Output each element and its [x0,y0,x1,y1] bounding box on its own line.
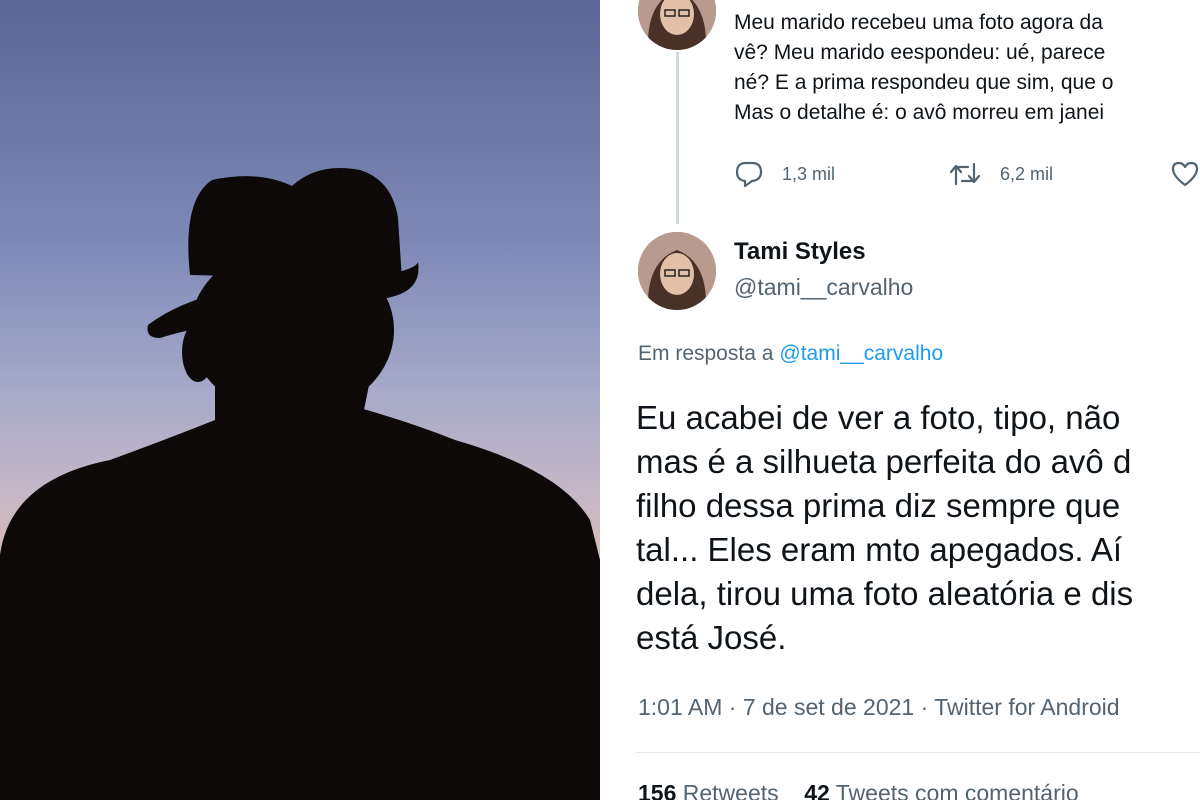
tweet-body-line: tal... Eles eram mto apegados. Aí [636,531,1123,568]
tweet-body-line: Eu acabei de ver a foto, tipo, não [636,399,1121,436]
thread-connector-line [676,52,679,224]
silhouette-photo [0,0,600,800]
tweet-stats: 156 Retweets 42 Tweets com comentário [638,780,1079,800]
author-handle[interactable]: @tami__carvalho [734,274,913,301]
retweets-count[interactable]: 156 [638,780,676,800]
previous-tweet-line: vê? Meu marido eespondeu: ué, parece [734,41,1106,64]
tweet-timestamp[interactable]: 1:01 AM · 7 de set de 2021 · Twitter for… [638,694,1120,721]
reply-action[interactable]: 1,3 mil [734,160,835,188]
divider-line [636,752,1200,753]
retweet-count: 6,2 mil [1000,163,1054,184]
author-name[interactable]: Tami Styles [734,238,866,266]
quotes-label[interactable]: Tweets com comentário [836,780,1079,800]
reply-to-handle-link[interactable]: @tami__carvalho [779,342,943,365]
heart-icon [1171,161,1199,187]
reply-context: Em resposta a @tami__carvalho [638,342,943,366]
tweet-body: Eu acabei de ver a foto, tipo, não mas é… [636,396,1200,660]
tweet-screenshot: Meu marido recebeu uma foto agora da vê?… [602,0,1200,800]
retweet-action[interactable]: 6,2 mil [948,160,1053,188]
retweets-label[interactable]: Retweets [683,780,779,800]
retweet-icon [949,162,981,186]
reply-icon [735,161,763,188]
author-avatar[interactable] [638,232,716,310]
previous-tweet-line: Meu marido recebeu uma foto agora da [734,11,1103,34]
reply-count: 1,3 mil [782,163,836,184]
like-action[interactable] [1170,160,1200,188]
previous-tweet-text: Meu marido recebeu uma foto agora da vê?… [734,8,1200,128]
man-silhouette-image [0,168,600,800]
tweet-body-line: dela, tirou uma foto aleatória e dis [636,575,1134,612]
quotes-count[interactable]: 42 [804,780,830,800]
tweet-body-line: está José. [636,619,787,656]
tweet-body-line: filho dessa prima diz sempre que [636,487,1121,524]
previous-tweet-line: Mas o detalhe é: o avô morreu em janei [734,101,1105,124]
tweet-body-line: mas é a silhueta perfeita do avô d [636,443,1132,480]
previous-tweet-line: né? E a prima respondeu que sim, que o [734,71,1114,94]
reply-context-prefix: Em resposta a [638,342,774,365]
previous-author-avatar[interactable] [638,0,716,50]
